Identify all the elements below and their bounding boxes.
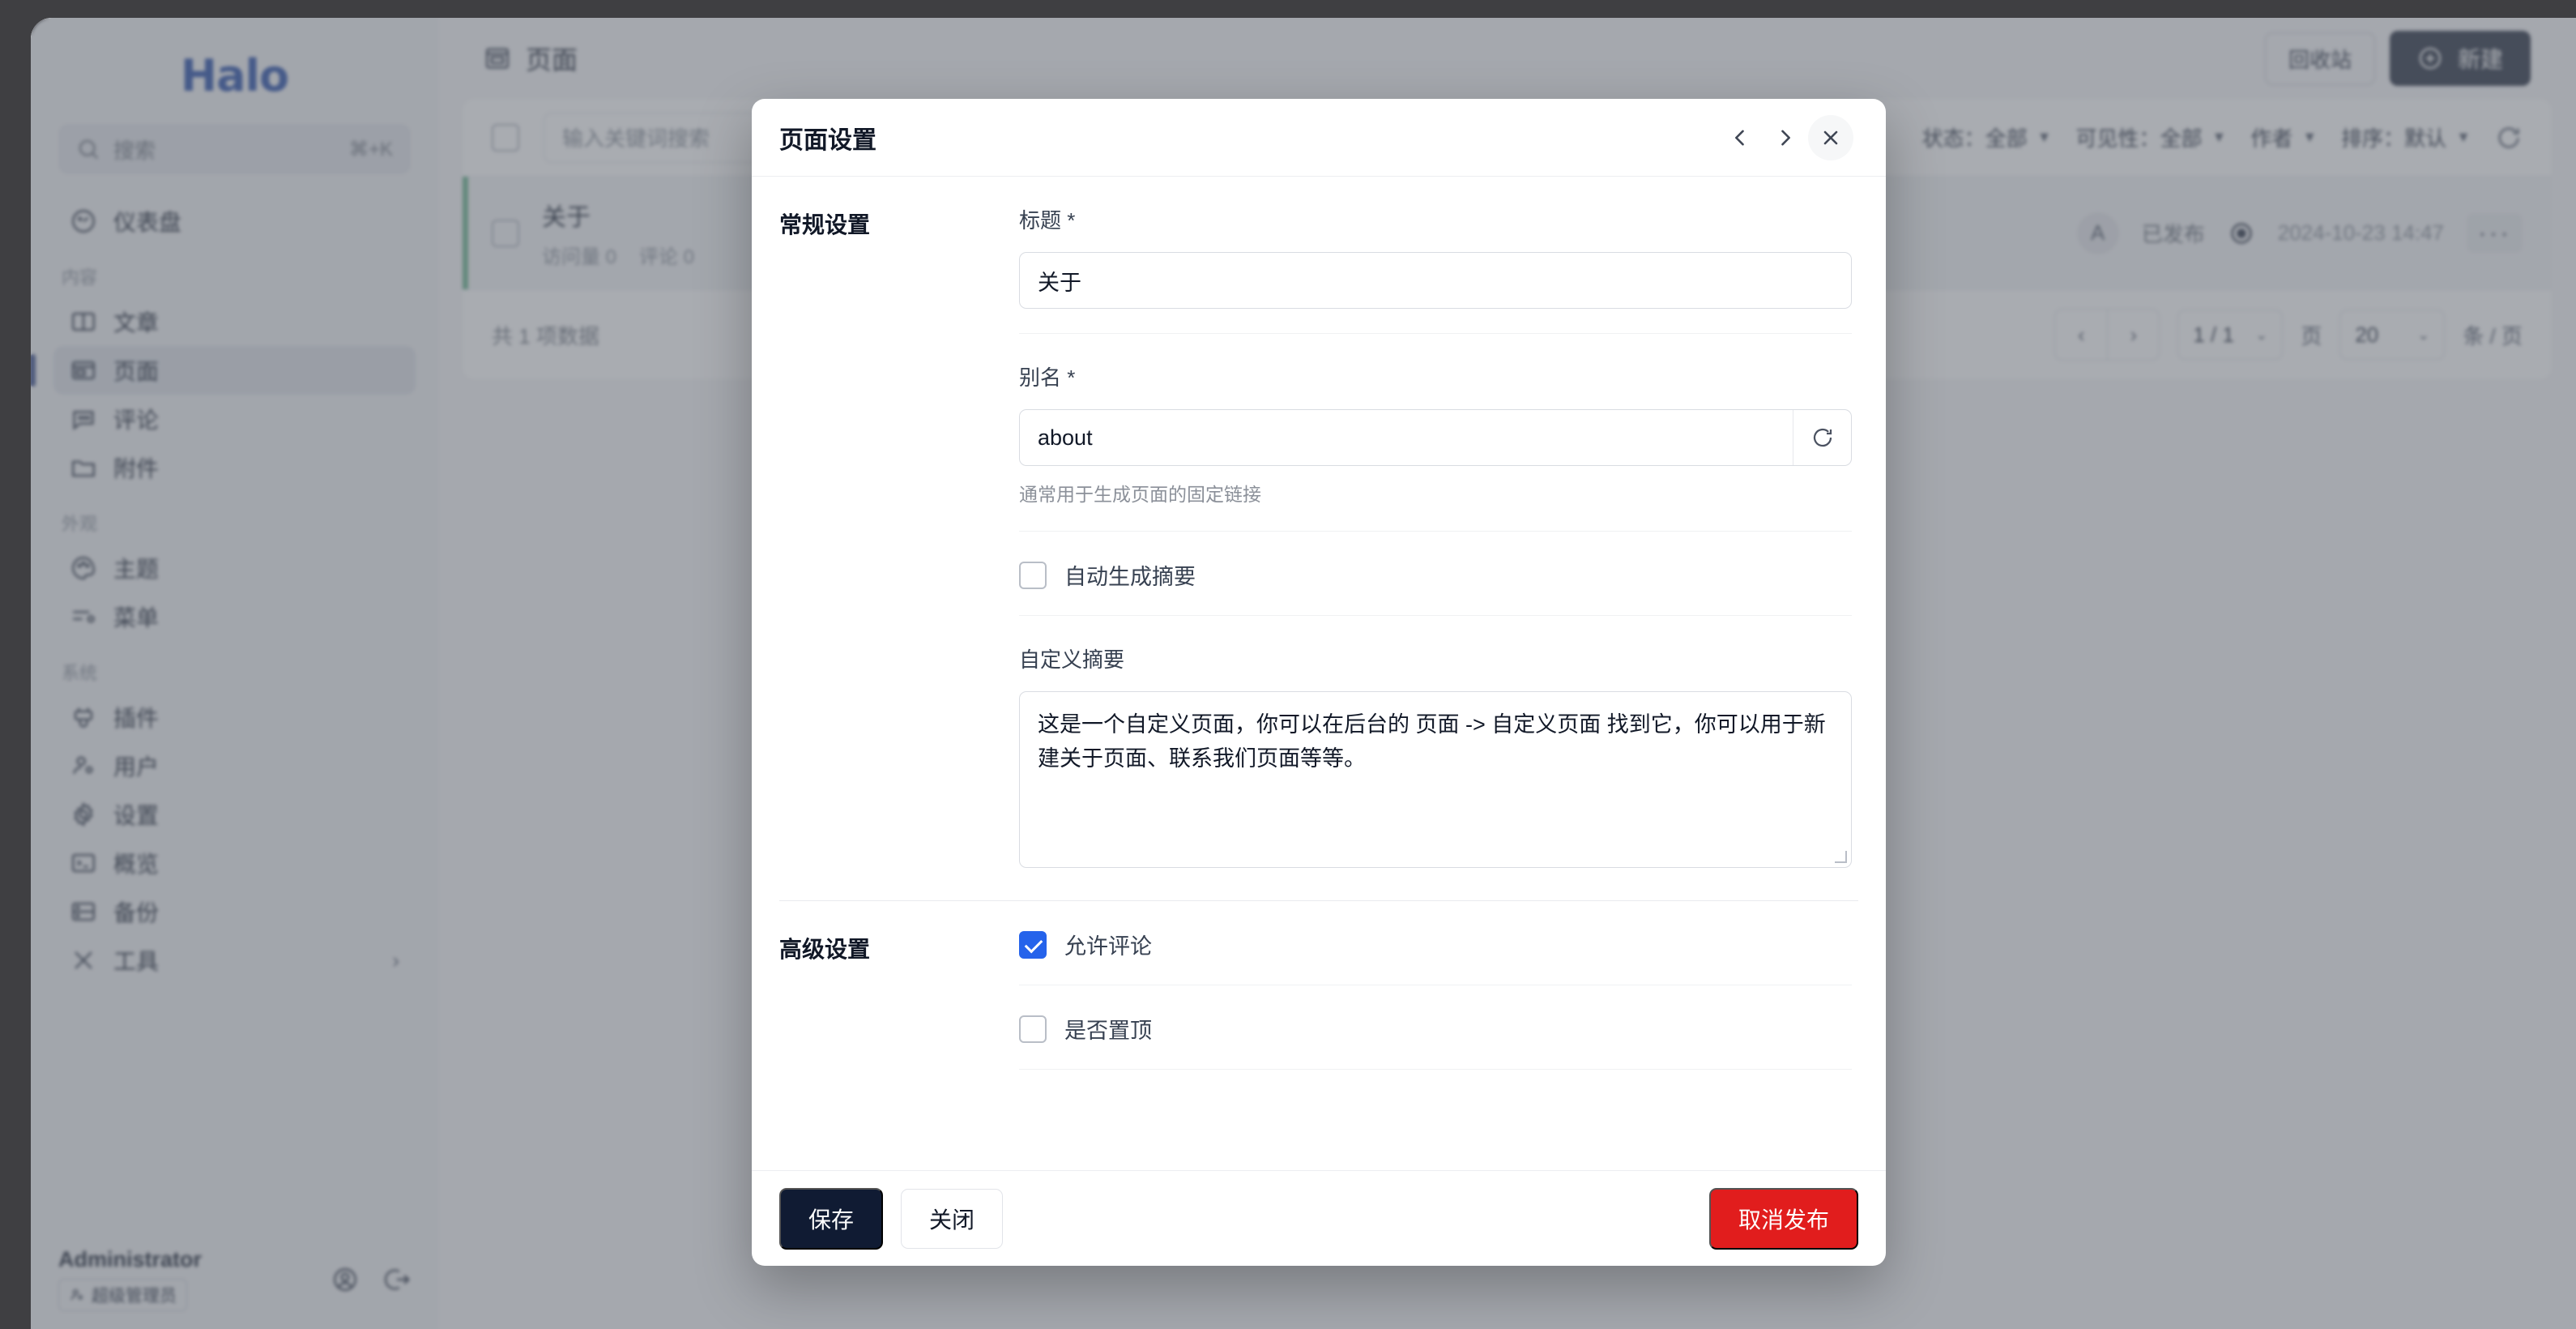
field-allow-comment: 允许评论 [1019, 901, 1852, 985]
field-auto-excerpt: 自动生成摘要 [1019, 532, 1852, 616]
allow-comment-label: 允许评论 [1064, 934, 1152, 959]
pinned-label: 是否置顶 [1064, 1019, 1152, 1043]
dialog-header: 页面设置 [752, 99, 1886, 177]
section-general: 常规设置 标题 * 关于 别名 * about 通常用于生成页面的固定链接 自动… [752, 177, 1886, 892]
slug-input[interactable]: about [1019, 409, 1852, 466]
page-settings-dialog: 页面设置 常规设置 标题 * 关于 别名 * about 通常用于生成页面的固定… [752, 99, 1886, 1266]
field-pinned: 是否置顶 [1019, 985, 1852, 1070]
allow-comment-checkbox[interactable] [1019, 930, 1047, 959]
dialog-title: 页面设置 [779, 126, 876, 154]
auto-excerpt-checkbox-row[interactable]: 自动生成摘要 [1019, 559, 1852, 591]
dialog-prev-button[interactable] [1717, 115, 1763, 160]
title-field-label: 标题 * [1019, 208, 1076, 233]
dialog-body: 常规设置 标题 * 关于 别名 * about 通常用于生成页面的固定链接 自动… [752, 177, 1886, 1170]
auto-excerpt-label: 自动生成摘要 [1064, 565, 1196, 589]
browser-window: Halo 搜索 ⌘+K 仪表盘 内容 文章 页面 评论 附件 外观 主题 菜单 … [31, 18, 2576, 1329]
slug-field-label: 别名 * [1019, 365, 1076, 390]
excerpt-field-label: 自定义摘要 [1019, 647, 1125, 672]
desktop-background: Halo 搜索 ⌘+K 仪表盘 内容 文章 页面 评论 附件 外观 主题 菜单 … [0, 0, 2576, 1329]
title-input-value: 关于 [1038, 270, 1081, 295]
dialog-close-button[interactable] [1808, 114, 1853, 160]
section-general-label: 常规设置 [779, 212, 871, 237]
section-advanced: 高级设置 允许评论 是否置顶 [752, 901, 1886, 1070]
slug-regenerate-button[interactable] [1793, 410, 1851, 465]
close-button[interactable]: 关闭 [901, 1188, 1004, 1249]
save-button[interactable]: 保存 [779, 1187, 884, 1250]
unpublish-button[interactable]: 取消发布 [1708, 1187, 1858, 1250]
title-input[interactable]: 关于 [1019, 252, 1852, 309]
auto-excerpt-checkbox[interactable] [1019, 561, 1047, 589]
field-slug: 别名 * about 通常用于生成页面的固定链接 [1019, 334, 1852, 532]
section-advanced-fields: 允许评论 是否置顶 [1019, 901, 1886, 1070]
field-excerpt: 自定义摘要 这是一个自定义页面，你可以在后台的 页面 -> 自定义页面 找到它，… [1019, 616, 1852, 892]
section-advanced-label: 高级设置 [779, 937, 871, 962]
dialog-next-button[interactable] [1763, 115, 1808, 160]
slug-help-text: 通常用于生成页面的固定链接 [1019, 484, 1261, 505]
excerpt-textarea[interactable]: 这是一个自定义页面，你可以在后台的 页面 -> 自定义页面 找到它，你可以用于新… [1019, 691, 1852, 868]
dialog-footer: 保存 关闭 取消发布 [752, 1170, 1886, 1266]
field-title: 标题 * 关于 [1019, 177, 1852, 334]
slug-input-value: about [1038, 425, 1093, 450]
allow-comment-checkbox-row[interactable]: 允许评论 [1019, 929, 1852, 960]
pinned-checkbox[interactable] [1019, 1015, 1047, 1043]
section-general-fields: 标题 * 关于 别名 * about 通常用于生成页面的固定链接 自动生成摘要 … [1019, 177, 1886, 892]
pinned-checkbox-row[interactable]: 是否置顶 [1019, 1013, 1852, 1045]
